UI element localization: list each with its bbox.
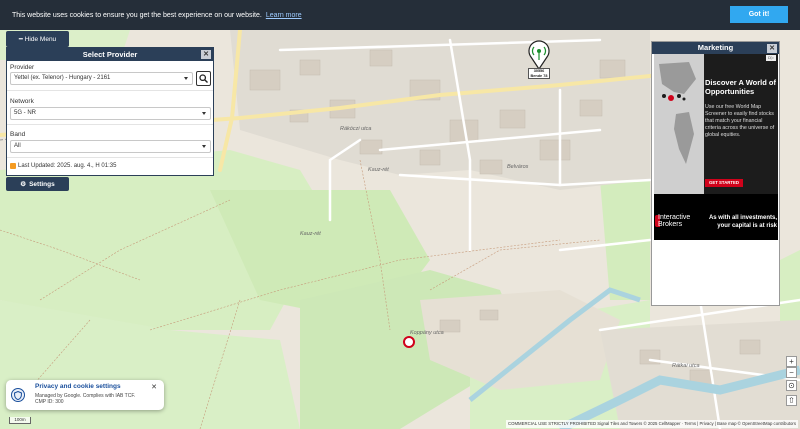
ad-map-graphic: [654, 54, 704, 194]
provider-panel-header: Select Provider ✕: [7, 48, 213, 61]
shield-glyph: [14, 390, 22, 400]
ad-body: Use our free World Map Screener to easil…: [705, 104, 775, 138]
select-provider-panel: Select Provider ✕ Provider Yettel (ex. T…: [6, 47, 214, 176]
last-updated-text: Last Updated: 2025. aug. 4., H 01:35: [18, 163, 117, 169]
ad-brand: Interactive Brokers: [658, 214, 690, 228]
marketing-panel-header: Marketing ✕: [652, 42, 779, 54]
minus-icon: ━: [18, 36, 23, 43]
search-icon: [199, 74, 208, 83]
privacy-cmp-id: CMP ID: 300: [35, 399, 64, 405]
ad-brand-line1: Interactive: [658, 214, 691, 221]
map-label-kauz-ret-south: Kauz-rét: [300, 231, 321, 237]
cookie-consent-bar: This website uses cookies to ensure you …: [0, 0, 800, 30]
ad-choices-icon[interactable]: D▷: [766, 55, 776, 61]
ad-footer: Interactive Brokers As with all investme…: [654, 194, 778, 240]
divider: [7, 124, 213, 125]
band-select[interactable]: All: [10, 140, 211, 153]
band-select-value: All: [14, 143, 21, 149]
last-updated: Last Updated: 2025. aug. 4., H 01:35: [10, 163, 116, 169]
map-scale: 100m: [9, 417, 31, 424]
locate-button[interactable]: ⊙: [786, 380, 797, 391]
privacy-title[interactable]: Privacy and cookie settings: [35, 383, 121, 390]
ad-risk-disclaimer: As with all investments, your capital is…: [708, 215, 777, 229]
chevron-down-icon: [202, 145, 206, 148]
shield-icon: [11, 388, 25, 402]
map-label-kauz-ret-north: Kauz-rét: [368, 167, 389, 173]
provider-select-value: Yettel (ex. Telenor) - Hungary - 2161: [14, 75, 111, 81]
settings-button[interactable]: ⚙ Settings: [6, 177, 69, 191]
privacy-close-button[interactable]: ✕: [151, 383, 157, 391]
tower-id: 30556: [533, 69, 545, 73]
map-attribution: COMMERCIAL USE STRICTLY PROHIBITED Signa…: [506, 420, 798, 428]
marketing-panel: Marketing ✕ D▷ Discover A World of Oppor…: [651, 41, 780, 306]
hide-menu-label: Hide Menu: [24, 35, 57, 43]
tower-name: Bende 78: [530, 74, 548, 78]
tower-marker[interactable]: 30556 Bende 78: [528, 40, 550, 80]
cell-tower-icon: [528, 40, 550, 71]
band-label: Band: [10, 131, 26, 138]
cookie-learn-more-link[interactable]: Learn more: [266, 12, 302, 19]
network-select-value: 5G - NR: [14, 110, 37, 116]
gear-icon: ⚙: [20, 181, 27, 188]
provider-select[interactable]: Yettel (ex. Telenor) - Hungary - 2161: [10, 72, 193, 85]
network-select[interactable]: 5G - NR: [10, 107, 211, 120]
provider-label: Provider: [10, 64, 35, 71]
ad-brand-line2: Brokers: [658, 221, 683, 228]
zoom-out-button[interactable]: −: [786, 367, 797, 378]
map-label-belvaros: Belváros: [507, 164, 529, 170]
privacy-settings-widget[interactable]: Privacy and cookie settings Managed by G…: [6, 380, 164, 410]
tower-label: 30556 Bende 78: [528, 68, 550, 79]
marketing-panel-close-button[interactable]: ✕: [767, 44, 777, 53]
search-button[interactable]: [196, 71, 211, 86]
provider-panel-title: Select Provider: [82, 50, 138, 59]
marketing-panel-title: Marketing: [697, 43, 734, 52]
hide-menu-button[interactable]: ━ Hide Menu: [6, 31, 69, 47]
map-label-ratkai: Rátkai utca: [672, 363, 700, 369]
settings-label: Settings: [29, 180, 55, 188]
cookie-accept-button[interactable]: Got it!: [730, 6, 788, 23]
divider: [7, 90, 213, 91]
ad-title: Discover A World of Opportunities: [705, 78, 776, 96]
provider-panel-close-button[interactable]: ✕: [201, 50, 211, 59]
chevron-down-icon: [202, 112, 206, 115]
ad-get-started-button[interactable]: GET STARTED: [705, 179, 743, 187]
ad-world-map-image: [654, 54, 704, 194]
rss-icon[interactable]: [10, 163, 16, 169]
advertisement[interactable]: D▷ Discover A World of Opportunities Use…: [654, 54, 778, 240]
zoom-in-button[interactable]: +: [786, 356, 797, 367]
network-label: Network: [10, 98, 34, 105]
map-label-rakoczi: Rákóczi utca: [340, 126, 372, 132]
chevron-down-icon: [184, 77, 188, 80]
cookie-message: This website uses cookies to ensure you …: [12, 11, 262, 19]
layers-button[interactable]: ⇧: [786, 395, 797, 406]
location-ring-icon[interactable]: [402, 335, 416, 349]
divider: [7, 157, 213, 158]
